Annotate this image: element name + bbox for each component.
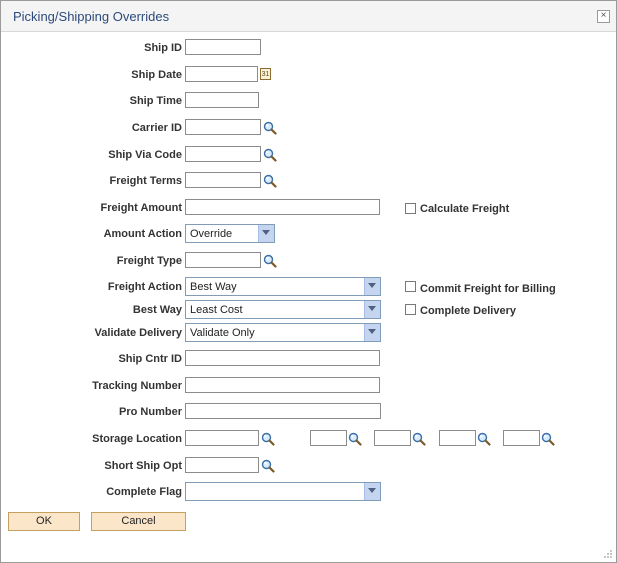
validate-delivery-value: Validate Only — [190, 327, 255, 339]
storage-location-3-lookup-icon[interactable] — [412, 432, 426, 446]
ship-via-code-input[interactable] — [185, 146, 261, 162]
ok-button[interactable]: OK — [8, 512, 80, 531]
best-way-label: Best Way — [132, 304, 182, 316]
ship-date-label: Ship Date — [131, 69, 182, 81]
tracking-number-input[interactable] — [185, 377, 380, 393]
storage-location-input-2[interactable] — [310, 430, 347, 446]
amount-action-dropdown[interactable]: Override — [185, 224, 275, 243]
close-button[interactable]: × — [597, 10, 610, 23]
freight-action-value: Best Way — [190, 281, 237, 293]
storage-location-4-lookup-icon[interactable] — [477, 432, 491, 446]
commit-freight-label: Commit Freight for Billing — [420, 283, 556, 295]
storage-location-5-lookup-icon[interactable] — [541, 432, 555, 446]
storage-location-input-4[interactable] — [439, 430, 476, 446]
ship-cntr-id-label: Ship Cntr ID — [118, 353, 182, 365]
calendar-icon[interactable]: 31 — [260, 68, 271, 80]
validate-delivery-dropdown[interactable]: Validate Only — [185, 323, 381, 342]
chevron-down-icon[interactable] — [364, 324, 380, 341]
carrier-id-label: Carrier ID — [131, 122, 182, 134]
complete-delivery-label: Complete Delivery — [420, 305, 516, 317]
chevron-down-icon[interactable] — [364, 278, 380, 295]
ship-via-lookup-icon[interactable] — [263, 148, 277, 162]
complete-flag-dropdown[interactable] — [185, 482, 381, 501]
storage-location-1-lookup-icon[interactable] — [261, 432, 275, 446]
dialog-title: Picking/Shipping Overrides — [13, 9, 170, 24]
complete-flag-label: Complete Flag — [106, 486, 182, 498]
storage-location-input-3[interactable] — [374, 430, 411, 446]
resize-grip-icon[interactable] — [603, 549, 613, 559]
carrier-id-input[interactable] — [185, 119, 261, 135]
freight-terms-input[interactable] — [185, 172, 261, 188]
validate-delivery-label: Validate Delivery — [94, 327, 182, 339]
commit-freight-checkbox[interactable] — [405, 281, 416, 292]
freight-action-dropdown[interactable]: Best Way — [185, 277, 381, 296]
storage-location-2-lookup-icon[interactable] — [348, 432, 362, 446]
ship-date-input[interactable] — [185, 66, 258, 82]
ship-id-label: Ship ID — [144, 42, 182, 54]
ship-time-input[interactable] — [185, 92, 259, 108]
amount-action-value: Override — [190, 228, 233, 240]
chevron-down-icon[interactable] — [364, 483, 380, 500]
storage-location-input-1[interactable] — [185, 430, 259, 446]
freight-amount-label: Freight Amount — [100, 202, 182, 214]
freight-terms-lookup-icon[interactable] — [263, 174, 277, 188]
carrier-id-lookup-icon[interactable] — [263, 121, 277, 135]
tracking-number-label: Tracking Number — [92, 380, 182, 392]
ship-id-input[interactable] — [185, 39, 261, 55]
freight-action-label: Freight Action — [107, 281, 182, 293]
ship-cntr-id-input[interactable] — [185, 350, 380, 366]
title-bar: Picking/Shipping Overrides × — [1, 1, 616, 32]
freight-type-input[interactable] — [185, 252, 261, 268]
freight-type-label: Freight Type — [116, 255, 182, 267]
freight-type-lookup-icon[interactable] — [263, 254, 277, 268]
best-way-dropdown[interactable]: Least Cost — [185, 300, 381, 319]
amount-action-label: Amount Action — [103, 228, 182, 240]
freight-terms-label: Freight Terms — [109, 175, 182, 187]
storage-location-label: Storage Location — [92, 433, 182, 445]
chevron-down-icon[interactable] — [364, 301, 380, 318]
best-way-value: Least Cost — [190, 304, 243, 316]
complete-delivery-checkbox[interactable] — [405, 304, 416, 315]
short-ship-opt-input[interactable] — [185, 457, 259, 473]
storage-location-input-5[interactable] — [503, 430, 540, 446]
overrides-dialog: Picking/Shipping Overrides × Ship ID Shi… — [0, 0, 617, 563]
cancel-button[interactable]: Cancel — [91, 512, 186, 531]
chevron-down-icon[interactable] — [258, 225, 274, 242]
pro-number-label: Pro Number — [119, 406, 182, 418]
calculate-freight-label: Calculate Freight — [420, 203, 510, 215]
short-ship-opt-lookup-icon[interactable] — [261, 459, 275, 473]
freight-amount-input[interactable] — [185, 199, 380, 215]
calculate-freight-checkbox[interactable] — [405, 203, 416, 214]
ship-time-label: Ship Time — [129, 95, 182, 107]
short-ship-opt-label: Short Ship Opt — [104, 460, 182, 472]
ship-via-code-label: Ship Via Code — [108, 149, 182, 161]
pro-number-input[interactable] — [185, 403, 381, 419]
